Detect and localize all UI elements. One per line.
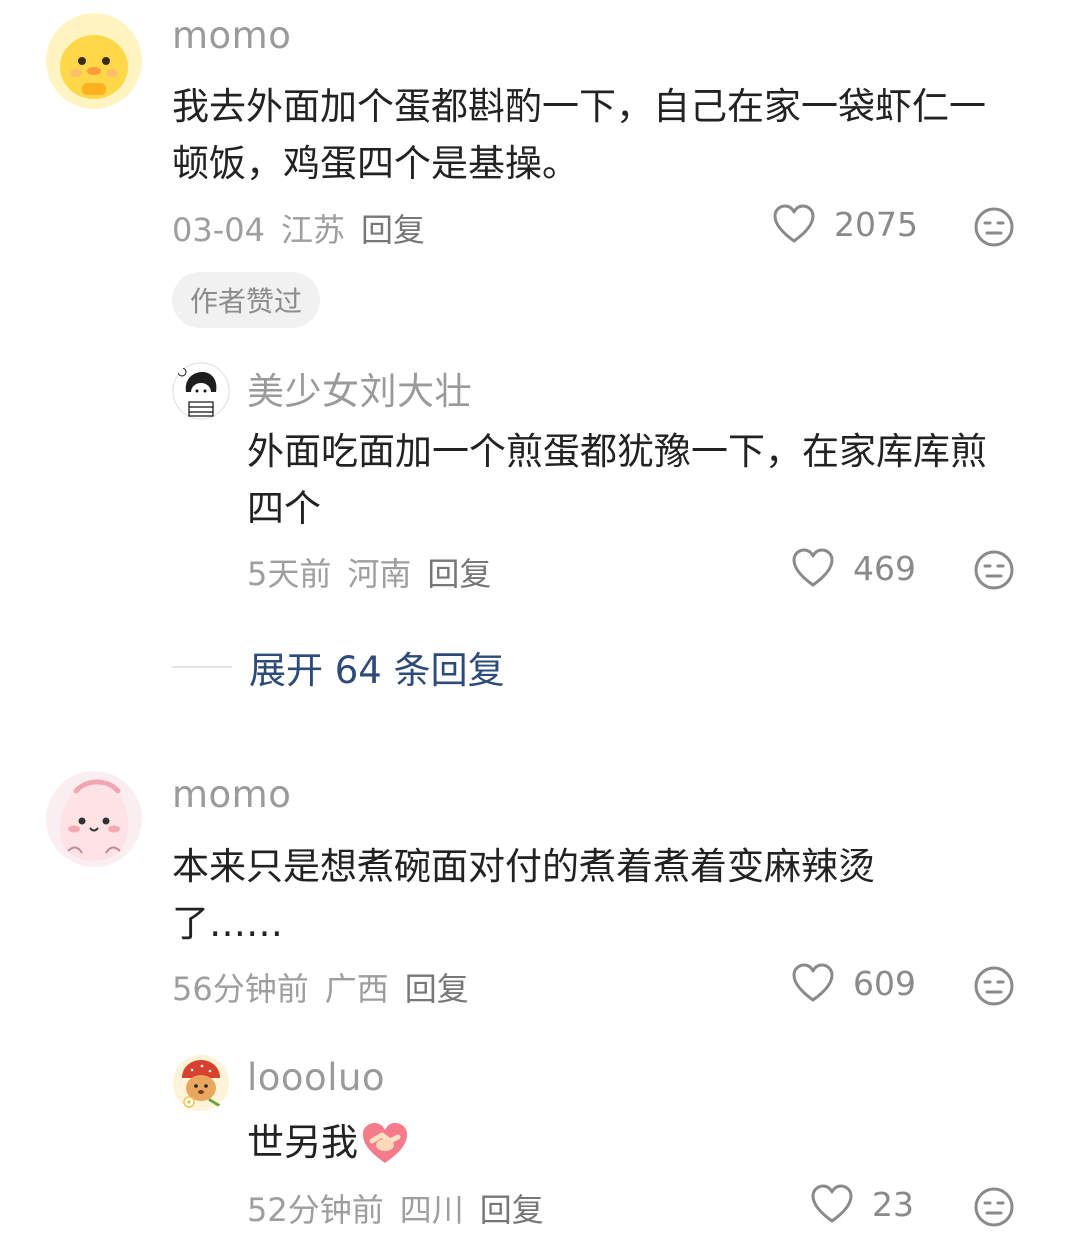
divider-line (172, 666, 232, 668)
meh-face-icon (974, 1187, 1014, 1227)
heart-icon (792, 548, 834, 587)
reply-location: 四川 (399, 1191, 464, 1229)
avatar-momo-1[interactable] (46, 13, 142, 109)
reply-username[interactable]: loooluo (247, 1056, 385, 1099)
reply-button[interactable]: 回复 (427, 555, 491, 593)
like-button[interactable]: 23 (810, 1184, 914, 1224)
avatar-reply-1[interactable] (172, 362, 230, 420)
meh-face-icon (974, 207, 1014, 247)
like-count: 469 (853, 548, 916, 588)
meh-face-icon (974, 966, 1014, 1006)
comment-location: 江苏 (280, 211, 345, 249)
like-button[interactable]: 469 (791, 548, 916, 588)
meh-face-icon (974, 550, 1014, 590)
avatar-momo-2[interactable] (46, 771, 142, 867)
comment-content: 我去外面加个蛋都斟酌一下，自己在家一袋虾仁一顿饭，鸡蛋四个是基操。 (172, 85, 986, 185)
reply-content: 外面吃面加一个煎蛋都犹豫一下，在家库库煎四个 (247, 430, 987, 530)
comment-date: 56分钟前 (172, 970, 309, 1008)
reply-date: 5天前 (247, 555, 332, 593)
comment-username[interactable]: momo (172, 14, 291, 57)
heart-icon (792, 963, 834, 1002)
strawberry-bear-avatar-icon (173, 1055, 229, 1111)
yellow-chick-avatar-icon (46, 13, 142, 109)
comment-meta: 03-04 江苏 回复 (172, 205, 441, 251)
expand-replies-button[interactable]: 展开 64 条回复 (172, 640, 505, 694)
reply-content: 世另我 (247, 1114, 410, 1171)
dislike-button[interactable] (973, 206, 1015, 248)
pink-blob-avatar-icon (46, 771, 142, 867)
dislike-button[interactable] (973, 1186, 1015, 1228)
reply-username[interactable]: 美少女刘大壮 (247, 361, 472, 415)
reply-button[interactable]: 回复 (405, 970, 469, 1008)
comment-username[interactable]: momo (172, 773, 291, 816)
expand-replies-label: 展开 64 条回复 (249, 649, 505, 692)
reply-button[interactable]: 回复 (361, 211, 425, 249)
dislike-button[interactable] (973, 965, 1015, 1007)
reply-content-text: 世另我 (247, 1121, 358, 1164)
like-button[interactable]: 609 (791, 963, 916, 1003)
comment-date: 03-04 (172, 211, 265, 249)
dislike-button[interactable] (973, 549, 1015, 591)
heart-icon (811, 1184, 853, 1223)
like-count: 23 (872, 1184, 914, 1224)
reply-meta: 5天前 河南 回复 (247, 549, 507, 595)
comment-location: 广西 (324, 970, 389, 1008)
like-button[interactable]: 2075 (772, 204, 918, 244)
like-count: 609 (853, 963, 916, 1003)
comment-meta: 56分钟前 广西 回复 (172, 964, 485, 1010)
avatar-reply-2[interactable] (172, 1054, 230, 1112)
heart-icon (773, 204, 815, 243)
reply-button[interactable]: 回复 (480, 1191, 544, 1229)
cartoon-girl-avatar-icon (172, 362, 230, 420)
comment-content: 本来只是想煮碗面对付的煮着煮着变麻辣烫了…… (172, 845, 875, 945)
handshake-heart-emoji-icon (363, 1122, 407, 1163)
author-liked-badge: 作者赞过 (172, 272, 321, 328)
like-count: 2075 (834, 204, 918, 244)
reply-date: 52分钟前 (247, 1191, 384, 1229)
reply-meta: 52分钟前 四川 回复 (247, 1185, 560, 1231)
reply-location: 河南 (347, 555, 412, 593)
